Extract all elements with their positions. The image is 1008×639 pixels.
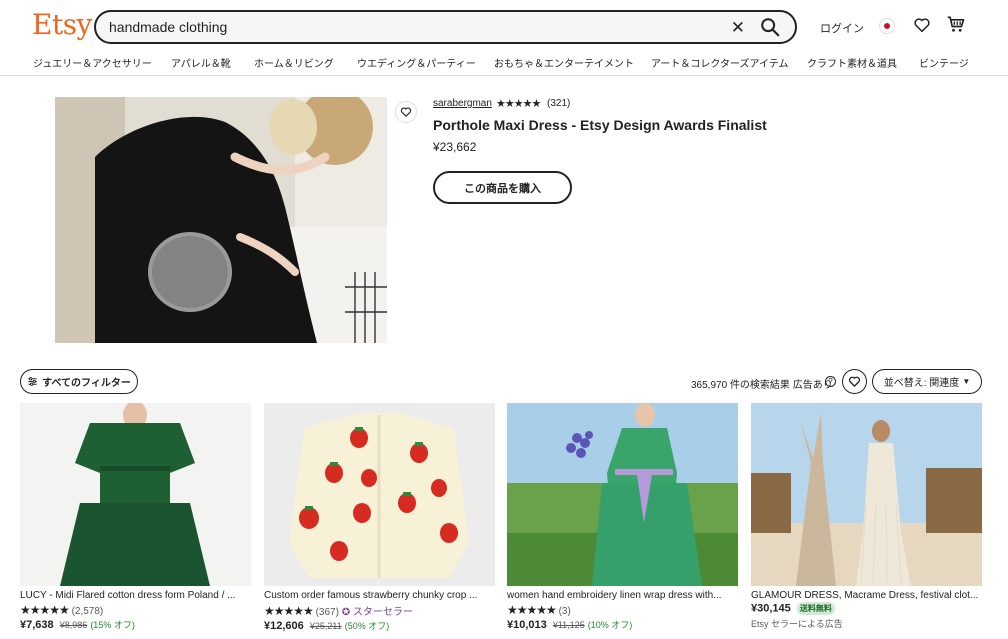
clear-icon[interactable]: ✕: [731, 18, 745, 38]
seller-link[interactable]: sarabergman: [433, 98, 492, 109]
original-price: ¥11,125: [552, 620, 585, 630]
category-jewelry[interactable]: ジュエリー＆アクセサリー: [33, 55, 152, 70]
product-title[interactable]: women hand embroidery linen wrap dress w…: [507, 590, 738, 601]
discount-label: (10% オフ): [587, 620, 633, 630]
product-card[interactable]: women hand embroidery linen wrap dress w…: [507, 403, 738, 631]
hero-product-price: ¥23,662: [433, 140, 477, 154]
product-image[interactable]: [20, 403, 251, 586]
rating-row: ★★★★★ (367) ✪ スターセラー: [264, 603, 495, 618]
category-toys[interactable]: おもちゃ＆エンターテイメント: [494, 55, 634, 70]
category-vintage[interactable]: ビンテージ: [919, 55, 969, 70]
caret-down-icon: ▼: [962, 377, 971, 386]
free-shipping-badge: 送料無料: [796, 602, 835, 615]
product-price: ¥12,606: [264, 620, 304, 632]
star-seller-icon: ✪: [341, 607, 351, 618]
review-count: (321): [547, 98, 571, 109]
japan-flag-icon[interactable]: [879, 18, 895, 34]
login-link[interactable]: ログイン: [820, 20, 864, 36]
heart-icon[interactable]: [913, 16, 931, 34]
cart-icon[interactable]: [946, 14, 966, 34]
product-price: ¥30,145: [751, 602, 791, 615]
ad-label: Etsy セラーによる広告: [751, 619, 843, 629]
rating-row: ★★★★★ (2,578): [20, 603, 251, 617]
price-row: ¥7,638 ¥8,986 (15% オフ): [20, 618, 251, 631]
price-row: ¥30,145 送料無料: [751, 602, 982, 615]
filter-icon: [28, 377, 37, 386]
results-count: 365,970 件の検索結果 広告あり: [691, 380, 833, 391]
heart-icon: [848, 376, 861, 387]
hero-product-image[interactable]: [55, 97, 387, 343]
product-image[interactable]: [264, 403, 495, 586]
rating-stars: ★★★★★: [496, 98, 541, 110]
product-image[interactable]: [751, 403, 982, 586]
etsy-logo[interactable]: Etsy: [32, 8, 92, 41]
category-art[interactable]: アート＆コレクターズアイテム: [651, 55, 789, 70]
product-title[interactable]: GLAMOUR DRESS, Macrame Dress, festival c…: [751, 590, 982, 601]
review-count: (367): [315, 607, 339, 618]
review-count: (3): [558, 606, 571, 617]
search-icon[interactable]: [759, 16, 781, 38]
search-bar[interactable]: handmade clothing ✕: [94, 10, 797, 44]
help-icon[interactable]: ?: [825, 376, 836, 387]
rating-stars: ★★★★★: [507, 603, 557, 617]
rating-stars: ★★★★★: [264, 604, 314, 618]
product-price: ¥10,013: [507, 619, 547, 631]
all-filters-label: すべてのフィルター: [42, 378, 131, 389]
search-input[interactable]: handmade clothing: [109, 19, 227, 35]
product-price: ¥7,638: [20, 619, 54, 631]
product-card[interactable]: Custom order famous strawberry chunky cr…: [264, 403, 495, 632]
site-header: Etsy handmade clothing ✕ ログイン ジュエリー＆アクセサ…: [0, 0, 1008, 76]
discount-label: (50% オフ): [344, 621, 390, 631]
price-row: ¥10,013 ¥11,125 (10% オフ): [507, 618, 738, 631]
product-card[interactable]: LUCY - Midi Flared cotton dress form Pol…: [20, 403, 251, 631]
rating-row: ★★★★★ (3): [507, 603, 738, 617]
price-row: ¥12,606 ¥25,211 (50% オフ): [264, 619, 495, 632]
sort-dropdown[interactable]: 並べ替え: 関連度 ▼: [872, 369, 982, 394]
discount-label: (15% オフ): [90, 620, 135, 630]
category-wedding[interactable]: ウエディング＆パーティー: [357, 55, 476, 70]
category-home[interactable]: ホーム＆リビング: [254, 55, 334, 70]
review-count: (2,578): [71, 606, 104, 617]
category-apparel[interactable]: アパレル＆靴: [171, 55, 231, 70]
star-seller-badge: スターセラー: [352, 607, 413, 618]
all-filters-button[interactable]: すべてのフィルター: [20, 369, 138, 394]
category-craft[interactable]: クラフト素材＆道具: [807, 55, 897, 70]
product-title[interactable]: Custom order famous strawberry chunky cr…: [264, 590, 495, 601]
sort-label: 並べ替え: 関連度: [883, 378, 960, 389]
buy-button[interactable]: この商品を購入: [433, 171, 572, 204]
rating-stars: ★★★★★: [20, 603, 70, 617]
product-card[interactable]: GLAMOUR DRESS, Macrame Dress, festival c…: [751, 403, 982, 630]
original-price: ¥8,986: [59, 620, 88, 630]
heart-icon: [400, 107, 412, 117]
product-image[interactable]: [507, 403, 738, 586]
original-price: ¥25,211: [309, 621, 342, 631]
hero-product-title[interactable]: Porthole Maxi Dress - Etsy Design Awards…: [433, 117, 767, 133]
product-title[interactable]: LUCY - Midi Flared cotton dress form Pol…: [20, 590, 251, 601]
favorite-search-button[interactable]: [842, 369, 867, 394]
favorite-button[interactable]: [395, 101, 417, 123]
